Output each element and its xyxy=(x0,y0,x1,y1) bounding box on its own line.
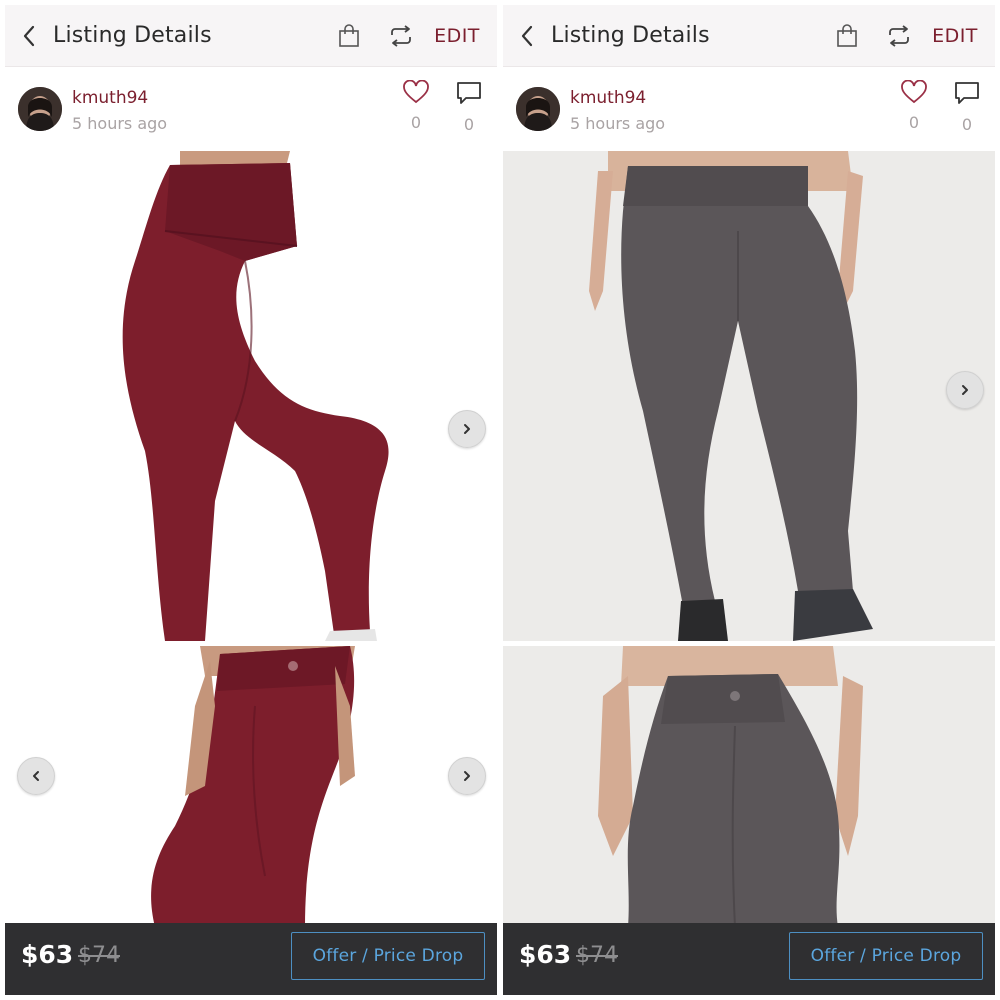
next-photo-button[interactable] xyxy=(946,371,984,409)
bag-button[interactable] xyxy=(323,5,375,67)
shopping-bag-icon xyxy=(837,23,857,47)
like-count: 0 xyxy=(908,113,920,132)
heart-icon xyxy=(901,79,927,104)
listing-panel-right: Listing Details EDIT kmuth94 5 hours ago… xyxy=(503,5,995,995)
comment-count: 0 xyxy=(961,115,973,134)
chevron-right-icon xyxy=(962,385,968,395)
listing-photo-2[interactable] xyxy=(503,646,995,927)
listing-panel-left: Listing Details EDIT kmuth94 5 hours ago… xyxy=(5,5,497,995)
comment-icon xyxy=(955,82,979,104)
offer-price-drop-button[interactable]: Offer / Price Drop xyxy=(789,932,983,980)
share-button[interactable] xyxy=(375,5,427,67)
listing-photo-2[interactable] xyxy=(5,646,497,927)
page-title: Listing Details xyxy=(551,23,710,48)
top-bar: Listing Details EDIT xyxy=(503,5,995,67)
bag-button[interactable] xyxy=(821,5,873,67)
leggings-back-photo xyxy=(503,646,995,927)
repeat-icon xyxy=(889,24,909,47)
chevron-right-icon xyxy=(464,424,470,434)
like-button[interactable]: 0 xyxy=(396,79,436,132)
comment-button[interactable]: 0 xyxy=(947,80,987,134)
prev-photo-button[interactable] xyxy=(17,757,55,795)
listing-photo-1[interactable] xyxy=(503,151,995,641)
edit-button[interactable]: EDIT xyxy=(427,25,497,47)
leggings-photo xyxy=(503,151,995,641)
chevron-left-icon xyxy=(33,771,39,781)
avatar[interactable] xyxy=(516,87,560,131)
original-price: $74 xyxy=(576,943,618,968)
seller-row: kmuth94 5 hours ago 0 0 xyxy=(503,68,995,151)
heart-icon xyxy=(403,79,429,104)
price: $63 xyxy=(519,940,572,969)
like-count: 0 xyxy=(410,113,422,132)
listing-photo-1[interactable] xyxy=(5,151,497,641)
chevron-left-icon xyxy=(521,25,533,46)
leggings-back-photo xyxy=(5,646,497,927)
like-button[interactable]: 0 xyxy=(894,79,934,132)
seller-row: kmuth94 5 hours ago 0 0 xyxy=(5,68,497,151)
back-button[interactable] xyxy=(5,5,53,67)
back-button[interactable] xyxy=(503,5,551,67)
screenshot-collage: Listing Details EDIT kmuth94 5 hours ago… xyxy=(0,0,1000,1000)
original-price: $74 xyxy=(78,943,120,968)
price-bar: $63 $74 Offer / Price Drop xyxy=(503,923,995,995)
seller-username[interactable]: kmuth94 xyxy=(570,88,646,108)
comment-icon xyxy=(457,82,481,104)
next-photo-button[interactable] xyxy=(448,757,486,795)
posted-time: 5 hours ago xyxy=(570,114,666,133)
posted-time: 5 hours ago xyxy=(72,114,168,133)
share-button[interactable] xyxy=(873,5,925,67)
price: $63 xyxy=(21,940,74,969)
shopping-bag-icon xyxy=(339,23,359,47)
repeat-icon xyxy=(391,24,411,47)
price-bar: $63 $74 Offer / Price Drop xyxy=(5,923,497,995)
seller-username[interactable]: kmuth94 xyxy=(72,88,148,108)
avatar[interactable] xyxy=(18,87,62,131)
page-title: Listing Details xyxy=(53,23,212,48)
chevron-right-icon xyxy=(464,771,470,781)
offer-price-drop-button[interactable]: Offer / Price Drop xyxy=(291,932,485,980)
edit-button[interactable]: EDIT xyxy=(925,25,995,47)
leggings-photo xyxy=(5,151,497,641)
comment-button[interactable]: 0 xyxy=(449,80,489,134)
next-photo-button[interactable] xyxy=(448,410,486,448)
comment-count: 0 xyxy=(463,115,475,134)
chevron-left-icon xyxy=(23,25,35,46)
top-bar: Listing Details EDIT xyxy=(5,5,497,67)
